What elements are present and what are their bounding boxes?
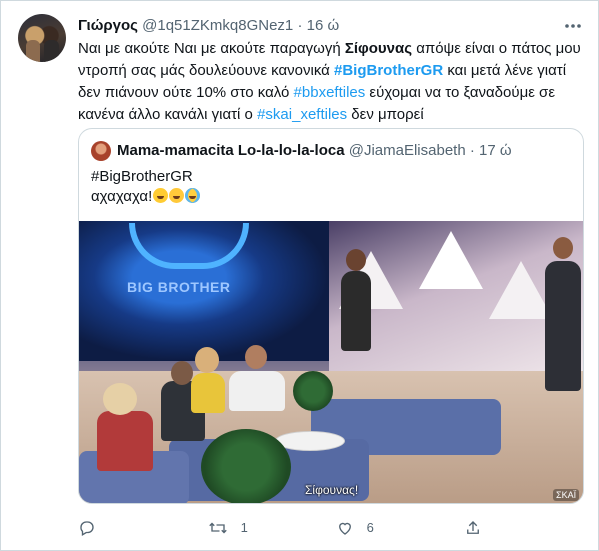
winking-tongue-face-emoji [169, 188, 185, 203]
grinning-face-emoji [153, 188, 169, 203]
retweet-button[interactable]: 1 [208, 516, 248, 538]
person-head [171, 361, 193, 385]
tweet-text-segment: Ναι με ακούτε Ναι με ακούτε παραγωγή [78, 40, 345, 57]
author-name[interactable]: Γιώργος [78, 17, 138, 34]
person-head [553, 237, 573, 259]
mention-text: Σίφουνας [344, 40, 413, 57]
tears-of-joy-emoji [185, 188, 201, 203]
tweet-header: Γιώργος @1q51ZKmkq8GNez1 · 16 ώ [78, 16, 339, 36]
person-head [103, 383, 137, 415]
quoted-author-name: Mama-mamacita Lo-la-lo-la-loca [117, 142, 345, 159]
tweet-text-segment: δεν μπορεί [347, 106, 424, 123]
hashtag-link[interactable]: #bbxeftiles [294, 84, 366, 101]
retweet-count: 1 [240, 519, 248, 535]
heart-icon [336, 519, 358, 535]
person [545, 261, 581, 391]
quoted-time: 17 ώ [479, 142, 512, 159]
retweet-icon [208, 519, 232, 534]
share-button[interactable] [464, 516, 482, 538]
tweet-text: Ναι με ακούτε Ναι με ακούτε παραγωγή Σίφ… [78, 38, 584, 126]
person-head [245, 345, 267, 369]
video-player[interactable]: BIG BROTHER Σίφουνας! ΣΚΑΪ [79, 221, 583, 503]
like-button[interactable]: 6 [336, 516, 374, 538]
quoted-author-handle: @JiamaElisabeth [348, 142, 466, 159]
person-head [346, 249, 366, 271]
plant [293, 371, 333, 411]
big-brother-eye-logo [129, 223, 249, 269]
person [97, 411, 153, 471]
big-brother-logo-text: BIG BROTHER [127, 279, 231, 295]
quoted-tweet[interactable]: Mama-mamacita Lo-la-lo-la-loca @JiamaEli… [78, 128, 584, 504]
tweet-time[interactable]: 16 ώ [307, 17, 340, 34]
avatar[interactable] [18, 14, 66, 62]
share-icon [464, 519, 482, 534]
quoted-text: #BigBrotherGR αχαχαχα! [91, 167, 201, 207]
like-count: 6 [366, 519, 374, 535]
person [229, 371, 285, 411]
person [191, 373, 225, 413]
person-head [195, 347, 219, 373]
quoted-separator: · [469, 142, 475, 159]
tweet-actions: 1 6 [78, 516, 498, 538]
stage-screen: BIG BROTHER [79, 221, 329, 361]
plant [201, 429, 291, 503]
video-subtitle: Σίφουνας! [305, 483, 359, 497]
quoted-avatar [91, 141, 111, 161]
hashtag-link[interactable]: #skai_xeftiles [257, 106, 347, 123]
channel-badge: ΣΚΑΪ [553, 489, 580, 501]
reply-icon [78, 519, 96, 536]
more-dots-icon[interactable] [563, 16, 583, 36]
hashtag-link[interactable]: #BigBrotherGR [334, 62, 443, 79]
reply-button[interactable] [78, 516, 105, 538]
quoted-header: Mama-mamacita Lo-la-lo-la-loca @JiamaEli… [117, 141, 512, 161]
author-handle[interactable]: @1q51ZKmkq8GNez1 [142, 17, 293, 34]
quoted-hashtag: #BigBrotherGR [91, 168, 193, 185]
person [341, 271, 371, 351]
header-separator: · [297, 17, 303, 34]
quoted-body: αχαχαχα! [91, 188, 153, 205]
